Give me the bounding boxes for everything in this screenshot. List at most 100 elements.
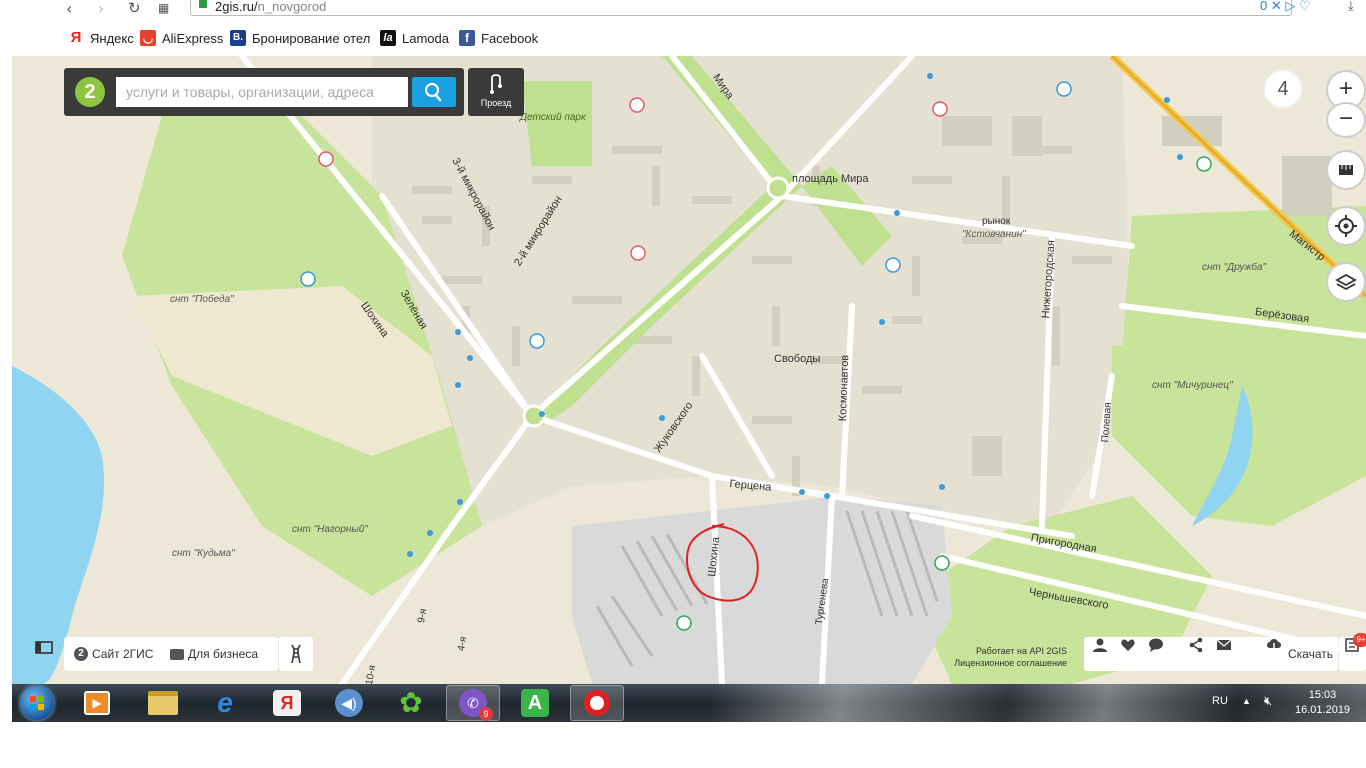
- label-snt-michurinets: снт "Мичуринец": [1152, 380, 1233, 391]
- minus-icon: −: [1338, 105, 1353, 132]
- taskbar-media-player[interactable]: ▶: [70, 685, 124, 721]
- volume-muted-icon[interactable]: 🔇︎: [1264, 693, 1272, 709]
- icq-icon: ✿: [399, 687, 423, 718]
- heart-icon[interactable]: [1120, 637, 1136, 653]
- taskbar-file-explorer[interactable]: [136, 685, 190, 721]
- download-button[interactable]: Скачать: [1256, 637, 1338, 671]
- bookmark-aliexpress[interactable]: ◡ AliExpress: [140, 30, 223, 46]
- site-2gis-link[interactable]: 2 Сайт 2ГИС: [74, 647, 153, 661]
- cloud-download-icon: [1267, 639, 1281, 651]
- location-target-icon: [1335, 215, 1357, 237]
- bookmark-yandex[interactable]: Я Яндекс: [68, 30, 134, 46]
- route-button[interactable]: Проезд: [468, 68, 524, 116]
- ruler-button[interactable]: [1328, 152, 1364, 188]
- 2gis-small-icon: 2: [74, 647, 88, 661]
- file-explorer-icon: [148, 691, 178, 715]
- green-app-icon: A: [521, 689, 549, 717]
- user-icon[interactable]: [1092, 637, 1108, 653]
- speed-dial-icon[interactable]: ▦: [158, 1, 169, 15]
- taskbar-internet-explorer[interactable]: e: [198, 685, 252, 721]
- tray-clock[interactable]: 15:03 16.01.2019: [1295, 688, 1350, 718]
- taskbar-volume-app[interactable]: ◀): [322, 685, 376, 721]
- taskbar-green-app[interactable]: A: [508, 685, 562, 721]
- layers-button[interactable]: [1328, 264, 1364, 300]
- tray-expand-icon[interactable]: ▲: [1242, 696, 1251, 706]
- viber-icon: ✆ 9: [459, 689, 493, 721]
- deer-icon: [291, 644, 301, 664]
- taskbar-yandex-browser[interactable]: Я: [260, 685, 314, 721]
- yandex-icon: Я: [70, 29, 82, 46]
- booking-icon: B.: [230, 30, 246, 46]
- notifications-badge: 9+: [1353, 633, 1366, 647]
- below-taskbar-blank: [0, 722, 1366, 768]
- media-player-icon: ▶: [84, 691, 110, 715]
- url-host: 2gis.ru/: [215, 0, 258, 14]
- label-detsky-park: Детский парк: [520, 112, 586, 123]
- license-agreement-link[interactable]: Лицензионное соглашение: [952, 657, 1067, 669]
- internet-explorer-icon: e: [217, 687, 233, 718]
- forward-icon[interactable]: ›: [98, 0, 104, 18]
- bookmark-label: Lamoda: [402, 30, 449, 46]
- volume-app-icon: ◀): [335, 689, 363, 717]
- url-path: n_novgorod: [257, 0, 327, 14]
- bookmark-label: AliExpress: [162, 30, 224, 46]
- api-powered-by[interactable]: Работает на API 2GIS: [952, 645, 1067, 657]
- browser-address-bar: ‹ › ↻ ▦ 2gis.ru/n_novgorod 0 ✕ ▷ ♡ ⤓: [12, 0, 1366, 20]
- route-label: Проезд: [480, 98, 512, 108]
- start-button[interactable]: [20, 686, 54, 720]
- chat-icon[interactable]: [1148, 637, 1164, 653]
- geolocation-button[interactable]: [1328, 208, 1364, 244]
- lock-icon: [199, 0, 207, 8]
- windows-taskbar: ▶ e Я ◀) ✿ ✆ 9 A RU ▲ 🔇︎ 15:03 16.01.201…: [12, 684, 1366, 722]
- bottom-right-toolbar: Скачать: [1084, 637, 1338, 671]
- bookmark-facebook[interactable]: f Facebook: [459, 30, 538, 46]
- bookmark-label: Facebook: [481, 30, 539, 46]
- windows-logo-icon: [30, 696, 44, 710]
- opera-icon: [584, 690, 610, 716]
- zoom-out-button[interactable]: −: [1328, 104, 1364, 136]
- site-2gis-label: Сайт 2ГИС: [92, 647, 154, 661]
- search-panel: 2: [64, 68, 464, 116]
- share-icon[interactable]: [1188, 637, 1204, 653]
- plus-icon: +: [1338, 75, 1353, 102]
- url-field[interactable]: 2gis.ru/n_novgorod: [190, 0, 1292, 16]
- label-snt-pobeda: снт "Победа": [170, 294, 234, 305]
- reload-icon[interactable]: ↻: [128, 0, 141, 17]
- 2gis-logo-icon[interactable]: 2: [75, 77, 105, 107]
- url-right-controls[interactable]: 0 ✕ ▷ ♡: [1260, 0, 1311, 14]
- bookmark-booking[interactable]: B. Бронирование отел: [230, 30, 370, 46]
- for-business-link[interactable]: Для бизнеса: [170, 647, 258, 661]
- side-panel-toggle[interactable]: [24, 634, 64, 662]
- yandex-browser-icon: Я: [273, 690, 301, 716]
- city-selector-button[interactable]: [279, 637, 313, 671]
- search-button[interactable]: [412, 77, 456, 107]
- zoom-in-button[interactable]: +: [1328, 72, 1364, 108]
- download-arrow-icon[interactable]: ⤓: [1348, 0, 1354, 14]
- keyboard-language[interactable]: RU: [1212, 695, 1228, 707]
- notifications-button[interactable]: 9+: [1339, 633, 1366, 671]
- search-icon: [424, 82, 442, 102]
- map-canvas[interactable]: Детский парк 3-й микрорайон 2-й микрорай…: [12, 56, 1366, 684]
- mail-icon[interactable]: [1216, 637, 1232, 653]
- lamoda-icon: la: [380, 30, 396, 46]
- zoom-level-badge: 4: [1263, 69, 1303, 109]
- back-icon[interactable]: ‹: [66, 0, 72, 18]
- taskbar-opera[interactable]: [570, 685, 624, 721]
- taskbar-viber[interactable]: ✆ 9: [446, 685, 500, 721]
- for-business-label: Для бизнеса: [188, 647, 259, 661]
- screen: ‹ › ↻ ▦ 2gis.ru/n_novgorod 0 ✕ ▷ ♡ ⤓ Я Я…: [0, 0, 1366, 768]
- download-label: Скачать: [1288, 647, 1333, 661]
- left-margin: [0, 0, 12, 722]
- viber-badge: 9: [479, 707, 493, 721]
- search-input[interactable]: [116, 77, 408, 107]
- bookmark-lamoda[interactable]: la Lamoda: [380, 30, 449, 46]
- label-snt-kudma: снт "Кудьма": [172, 548, 235, 559]
- briefcase-icon: [170, 648, 184, 660]
- route-icon: [490, 74, 502, 94]
- bookmarks-bar: Я Яндекс ◡ AliExpress B. Бронирование от…: [12, 20, 1366, 57]
- taskbar-icq[interactable]: ✿: [384, 685, 438, 721]
- bottom-left-links: 2 Сайт 2ГИС Для бизнеса: [64, 637, 278, 671]
- bookmark-label: Бронирование отел: [252, 30, 371, 46]
- label-snt-nagorny: снт "Нагорный": [292, 524, 368, 535]
- clock-date: 16.01.2019: [1295, 704, 1351, 716]
